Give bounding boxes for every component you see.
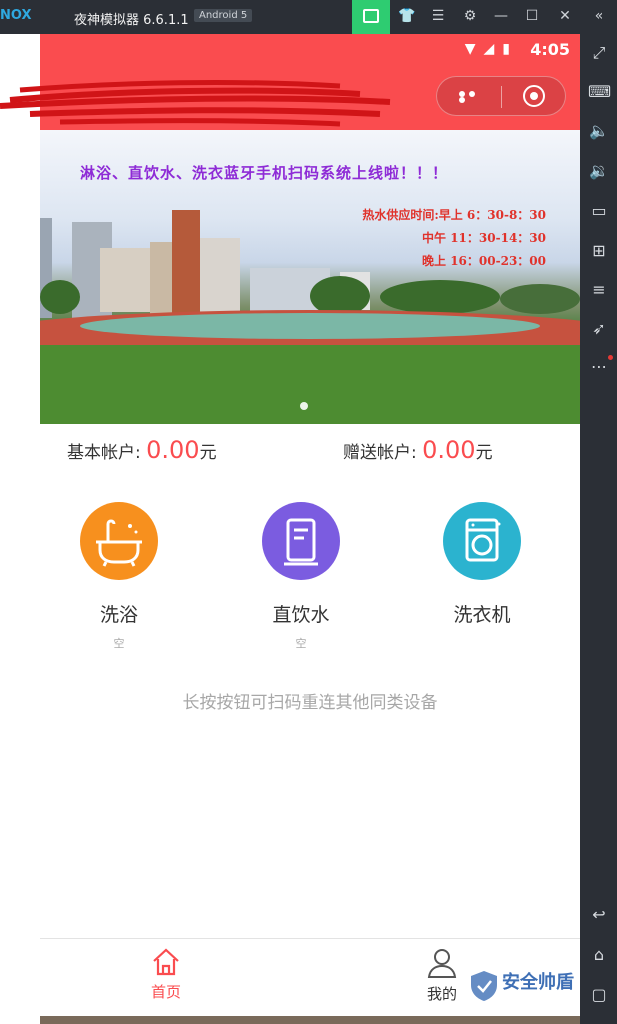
gift-account: 赠送帐户: 0.00元 <box>343 436 493 464</box>
bathtub-icon <box>80 502 158 580</box>
basic-account: 基本帐户: 0.00元 <box>67 436 217 464</box>
apk-icon[interactable]: ⊞ <box>588 240 610 262</box>
volume-down-icon[interactable]: 🔉 <box>588 160 610 182</box>
basic-account-label: 基本帐户: <box>67 443 141 463</box>
rescan-hint: 长按按钮可扫码重连其他同类设备 <box>182 693 438 713</box>
miniprogram-capsule <box>436 76 566 116</box>
minimize-icon[interactable]: — <box>491 8 511 24</box>
recent-apps-icon[interactable]: ▢ <box>588 984 610 1006</box>
hours-evening: 晚上 16：00-23：00 <box>422 254 546 268</box>
service-state: 空 <box>113 637 125 650</box>
bag-icon <box>363 9 379 23</box>
banner-headline: 淋浴、直饮水、洗衣蓝牙手机扫码系统上线啦！！！ <box>80 164 449 182</box>
emulator-titlebar: NOX 夜神模拟器 6.6.1.1 Android 5 👕 ☰ ⚙ — ☐ ✕ … <box>0 0 617 34</box>
user-icon <box>427 949 457 978</box>
collapse-icon[interactable]: « <box>589 8 609 24</box>
hours-noon: 中午 11：30-14：30 <box>422 231 546 245</box>
service-drinking-water[interactable]: 直饮水 空 <box>241 502 361 650</box>
service-state <box>422 635 542 649</box>
shirt-icon[interactable]: 👕 <box>397 8 417 24</box>
status-icons: ▼◢▮ <box>464 41 518 57</box>
bottom-nav: 首页 我的 <box>40 938 580 1017</box>
sports-field <box>80 313 540 339</box>
close-miniprogram-button[interactable] <box>523 85 545 107</box>
rocket-icon[interactable]: ➶ <box>588 318 610 340</box>
washing-machine-icon <box>443 502 521 580</box>
close-icon[interactable]: ✕ <box>555 8 575 24</box>
android-version-badge: Android 5 <box>194 9 253 22</box>
redaction-scribble <box>0 80 391 127</box>
fullscreen-icon[interactable]: ⤢ <box>588 42 610 64</box>
nav-home[interactable]: 首页 <box>126 947 206 1002</box>
shield-icon <box>471 971 497 1001</box>
gear-icon[interactable]: ⚙ <box>460 8 480 24</box>
emulator-sidebar: ⤢ ⌨ 🔈 🔉 ▭ ⊞ ≡ ➶ ⋯ ↩ ⌂ ▢ <box>580 34 617 1024</box>
stack-icon[interactable]: ≡ <box>588 279 610 301</box>
nav-home-label: 首页 <box>150 983 181 1001</box>
basic-account-unit: 元 <box>199 443 217 463</box>
home-icon[interactable]: ⌂ <box>588 944 610 966</box>
service-bath[interactable]: 洗浴 空 <box>59 502 179 650</box>
notification-dot <box>608 355 613 360</box>
emulator-logo: NOX <box>0 8 32 23</box>
watermark-text: 安全帅盾 <box>502 972 574 993</box>
service-label: 洗浴 <box>99 604 138 626</box>
service-state: 空 <box>295 637 307 650</box>
banner-image[interactable]: 淋浴、直饮水、洗衣蓝牙手机扫码系统上线啦！！！ 热水供应时间:早上 6：30-8… <box>40 130 580 424</box>
hours-morning: 热水供应时间:早上 6：30-8：30 <box>362 208 546 222</box>
gift-account-amount: 0.00 <box>422 436 476 464</box>
service-label: 洗衣机 <box>453 604 511 626</box>
volume-up-icon[interactable]: 🔈 <box>588 120 610 142</box>
keyboard-icon[interactable]: ⌨ <box>588 81 611 103</box>
more-options-button[interactable] <box>459 91 487 103</box>
carousel-indicator[interactable] <box>300 402 308 410</box>
bottom-edge <box>40 1016 580 1024</box>
lawn <box>40 345 580 424</box>
basic-account-amount: 0.00 <box>146 436 200 464</box>
store-button[interactable] <box>352 0 390 34</box>
service-label: 直饮水 <box>272 604 330 626</box>
hot-water-hours: 热水供应时间:早上 6：30-8：30 中午 11：30-14：30 晚上 16… <box>362 204 546 273</box>
gift-account-label: 赠送帐户: <box>343 443 417 463</box>
screen-icon[interactable]: ▭ <box>588 200 610 222</box>
home-icon <box>153 948 179 976</box>
emulator-title: 夜神模拟器 6.6.1.1 <box>74 13 189 28</box>
app-header: ▼◢▮ 4:05 <box>0 34 580 130</box>
back-icon[interactable]: ↩ <box>588 904 610 926</box>
service-washing-machine[interactable]: 洗衣机 <box>422 502 542 649</box>
gift-account-unit: 元 <box>475 443 493 463</box>
water-dispenser-icon <box>262 502 340 580</box>
menu-icon[interactable]: ☰ <box>428 8 448 24</box>
more-icon[interactable]: ⋯ <box>588 356 610 378</box>
maximize-icon[interactable]: ☐ <box>522 8 542 24</box>
status-time: 4:05 <box>530 40 570 59</box>
